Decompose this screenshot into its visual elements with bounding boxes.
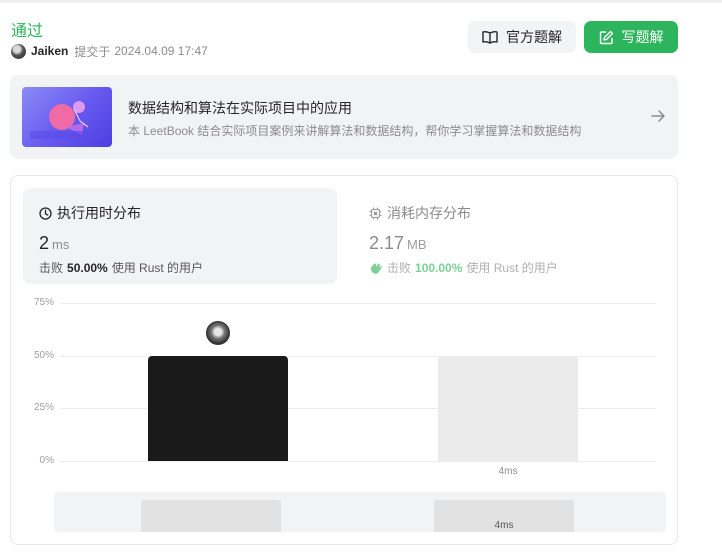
runtime-label: 执行用时分布 [57, 205, 141, 221]
memory-label: 消耗内存分布 [387, 205, 471, 221]
write-solution-label: 写题解 [621, 29, 664, 45]
y-tick-label: 25% [33, 402, 54, 414]
chart-gridline [60, 461, 656, 462]
chip-icon [369, 207, 382, 219]
memory-unit: MB [407, 237, 427, 252]
write-solution-button[interactable]: 写题解 [584, 21, 678, 53]
book-open-icon [482, 30, 498, 44]
official-solution-label: 官方题解 [506, 29, 562, 45]
runtime-value: 2 [39, 233, 50, 253]
memory-beats-suffix: 使用 Rust 的用户 [466, 261, 558, 275]
leetbook-card[interactable]: 数据结构和算法在实际项目中的应用 本 LeetBook 结合实际项目案例来讲解算… [10, 75, 678, 159]
memory-beats: 击败 100.00% 使用 Rust 的用户 [369, 259, 558, 276]
author-name[interactable]: Jaiken [31, 44, 68, 58]
edit-icon [599, 30, 613, 44]
y-tick-label: 75% [33, 297, 54, 308]
runtime-tab[interactable]: 执行用时分布 2 ms 击败 50.00% 使用 Rust 的用户 [23, 188, 337, 284]
user-avatar[interactable] [11, 43, 26, 59]
clock-icon [39, 206, 52, 220]
clap-icon [371, 263, 382, 274]
memory-beats-prefix: 击败 [387, 261, 412, 275]
runtime-beats: 击败 50.00% 使用 Rust 的用户 [39, 259, 203, 276]
submitted-time: 2024.04.09 17:47 [114, 44, 208, 58]
memory-tab[interactable]: 消耗内存分布 2.17 MB 击败 100.00% 使用 Rust 的用户 [353, 188, 667, 284]
runtime-distribution-chart: 75% 50% 25% 0% 4ms [11, 294, 677, 484]
book-title: 数据结构和算法在实际项目中的应用 [128, 100, 352, 116]
runtime-beats-pct: 50.00% [67, 260, 108, 275]
official-solution-button[interactable]: 官方题解 [468, 21, 576, 53]
x-tick-label: 4ms [498, 466, 518, 477]
y-tick-label: 50% [33, 349, 54, 361]
bar[interactable] [438, 355, 578, 461]
chart-gridline [60, 303, 656, 304]
performance-panel: 执行用时分布 2 ms 击败 50.00% 使用 Rust 的用户 消耗内存分布 2.… [10, 175, 678, 545]
top-divider [0, 0, 722, 3]
bar-selected[interactable] [148, 355, 288, 461]
overview-label: 4ms [494, 520, 514, 531]
y-tick-label: 0% [39, 455, 54, 466]
arrow-right-icon[interactable] [650, 108, 666, 124]
overview-bar [141, 500, 281, 532]
runtime-unit: ms [52, 237, 70, 252]
book-subtitle: 本 LeetBook 结合实际项目案例来讲解算法和数据结构，帮你学习掌握算法和数… [128, 124, 582, 138]
submitted-label: 提交于 [74, 44, 111, 59]
memory-beats-pct: 100.00% [415, 260, 463, 275]
book-cover-image [22, 87, 112, 147]
runtime-beats-prefix: 击败 [39, 261, 64, 275]
memory-value: 2.17 [369, 233, 405, 253]
bar-user-avatar [206, 320, 230, 345]
submission-status: 通过 [11, 23, 44, 40]
submission-meta: Jaiken 提交于 2024.04.09 17:47 [11, 43, 208, 59]
runtime-beats-suffix: 使用 Rust 的用户 [111, 261, 204, 275]
chart-overview-scrollbar[interactable]: 4ms [54, 492, 666, 532]
